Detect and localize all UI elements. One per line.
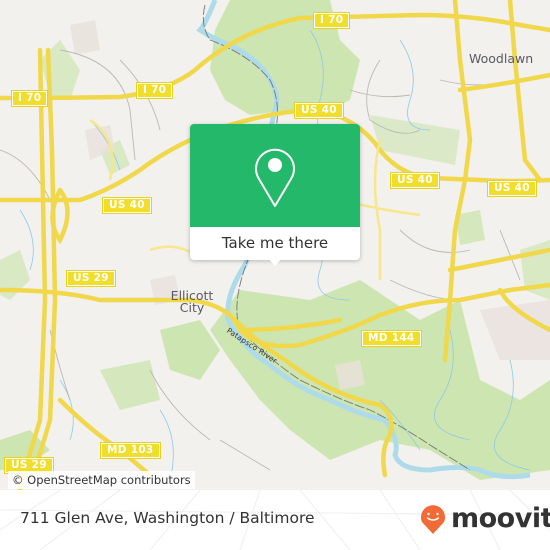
road-shield-i70: I 70: [137, 83, 173, 98]
road-shield-i70: I 70: [12, 91, 48, 106]
popup-pointer: [268, 258, 282, 266]
map-canvas[interactable]: I 70 I 70 I 70 US 40 US 40 US 40 US 40 U…: [0, 0, 550, 490]
road-shield-md144: MD 144: [362, 331, 421, 346]
moovit-smiley-pin-icon: [421, 505, 445, 534]
moovit-wordmark: moovit: [451, 503, 550, 534]
road-shield-us29: US 29: [67, 271, 115, 286]
address-text: 711 Glen Ave, Washington / Baltimore: [20, 509, 315, 527]
place-label-woodlawn: Woodlawn: [469, 51, 534, 66]
location-pin-icon: [255, 148, 295, 207]
place-label-ellicott-city: Ellicott City: [170, 288, 214, 315]
road-shield-i70: I 70: [314, 13, 350, 28]
road-shield-us40: US 40: [488, 181, 536, 196]
road-shield-us40: US 40: [391, 173, 439, 188]
popup-header: [190, 124, 360, 227]
road-shield-us40: US 40: [103, 198, 151, 213]
take-me-there-button[interactable]: Take me there: [190, 227, 360, 260]
map-attribution[interactable]: © OpenStreetMap contributors: [8, 471, 195, 489]
footer-bar: 711 Glen Ave, Washington / Baltimore moo…: [0, 490, 550, 550]
road-shield-md103: MD 103: [101, 443, 160, 458]
take-me-there-popup[interactable]: Take me there: [190, 124, 360, 266]
road-shield-us40: US 40: [295, 103, 343, 118]
